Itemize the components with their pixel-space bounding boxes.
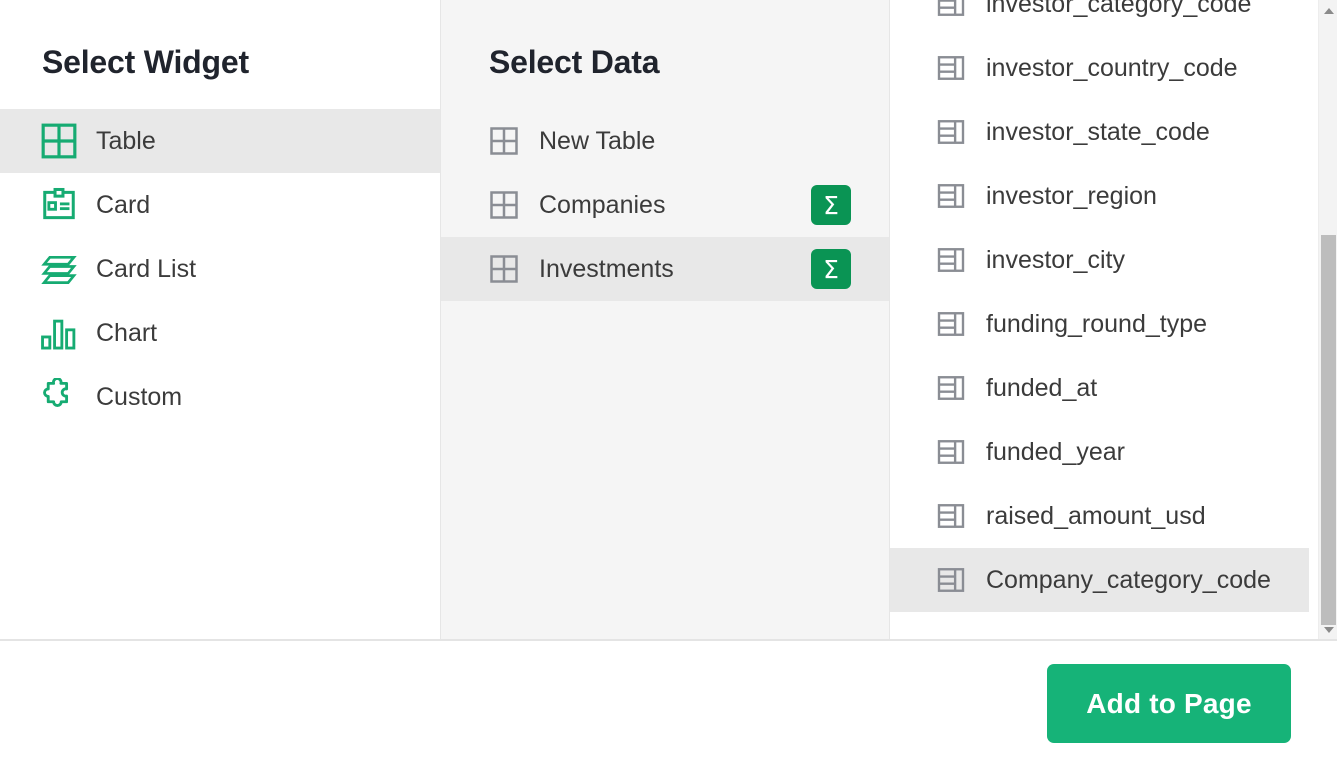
dialog-footer: Add to Page [0,643,1337,770]
table-grid-icon [489,190,519,220]
field-item[interactable]: Company_category_code [890,548,1309,612]
data-item-new-table[interactable]: New Table [441,109,889,173]
field-item[interactable]: funded_year [890,420,1309,484]
field-item-label: investor_state_code [986,120,1210,145]
card-list-icon [40,250,78,288]
field-item[interactable]: investor_city [890,228,1309,292]
field-item-label: funded_year [986,440,1125,465]
field-item-label: investor_country_code [986,56,1238,81]
field-item-label: investor_region [986,184,1157,209]
field-item[interactable]: investor_category_code [890,0,1309,36]
widget-item-table[interactable]: Table [0,109,440,173]
field-item[interactable]: funding_round_type [890,292,1309,356]
summary-table-badge[interactable]: Σ [811,249,851,289]
field-item[interactable]: investor_region [890,164,1309,228]
widget-item-custom[interactable]: Custom [0,365,440,429]
column-field-icon [936,117,966,147]
field-item-label: raised_amount_usd [986,504,1206,529]
column-field-icon [936,437,966,467]
data-item-companies[interactable]: Companies Σ [441,173,889,237]
data-item-label: New Table [539,129,655,154]
column-field-icon [936,245,966,275]
bar-chart-icon [40,314,78,352]
data-item-investments[interactable]: Investments Σ [441,237,889,301]
field-item-label: investor_category_code [986,0,1251,17]
scroll-down-arrow-icon[interactable] [1319,621,1337,639]
widget-item-label: Card [96,193,150,218]
widget-item-label: Custom [96,385,182,410]
field-item-label: funded_at [986,376,1097,401]
column-field-icon [936,373,966,403]
select-widget-title: Select Widget [0,0,440,78]
widget-item-card[interactable]: Card [0,173,440,237]
field-item-label: funding_round_type [986,312,1207,337]
table-grid-icon [489,126,519,156]
widget-list: Table Card Card List Chart Custom [0,109,440,429]
data-item-label: Investments [539,257,674,282]
data-source-list: New Table Companies Σ Investments Σ [441,109,889,301]
select-data-panel: Select Data New Table Companies Σ Investm… [440,0,890,639]
fields-scrollbar[interactable] [1318,0,1337,639]
select-widget-panel: Select Widget Table Card Card List Chart… [0,0,440,639]
widget-item-card-list[interactable]: Card List [0,237,440,301]
scrollbar-thumb[interactable] [1321,235,1336,625]
summary-table-badge[interactable]: Σ [811,185,851,225]
add-to-page-button[interactable]: Add to Page [1047,664,1291,743]
column-field-icon [936,181,966,211]
widget-item-chart[interactable]: Chart [0,301,440,365]
field-item[interactable]: raised_amount_usd [890,484,1309,548]
column-field-icon [936,53,966,83]
field-item-label: investor_city [986,248,1125,273]
table-grid-icon [489,254,519,284]
puzzle-piece-icon [40,378,78,416]
field-item[interactable]: investor_state_code [890,100,1309,164]
select-data-title: Select Data [441,0,889,78]
table-grid-icon [40,122,78,160]
field-item[interactable]: funded_at [890,356,1309,420]
column-field-icon [936,0,966,19]
fields-list: investor_category_code investor_country_… [890,0,1309,612]
column-field-icon [936,309,966,339]
fields-scroll-viewport: investor_category_code investor_country_… [890,0,1309,639]
column-field-icon [936,565,966,595]
widget-item-label: Card List [96,257,196,282]
field-item[interactable]: investor_country_code [890,36,1309,100]
column-field-icon [936,501,966,531]
widget-picker-dialog: Select Widget Table Card Card List Chart… [0,0,1337,770]
widget-item-label: Table [96,129,156,154]
field-item-label: Company_category_code [986,568,1271,593]
panels-container: Select Widget Table Card Card List Chart… [0,0,1337,641]
card-icon [40,186,78,224]
scroll-up-arrow-icon[interactable] [1319,2,1337,20]
widget-item-label: Chart [96,321,157,346]
data-item-label: Companies [539,193,665,218]
fields-panel: investor_category_code investor_country_… [890,0,1337,639]
